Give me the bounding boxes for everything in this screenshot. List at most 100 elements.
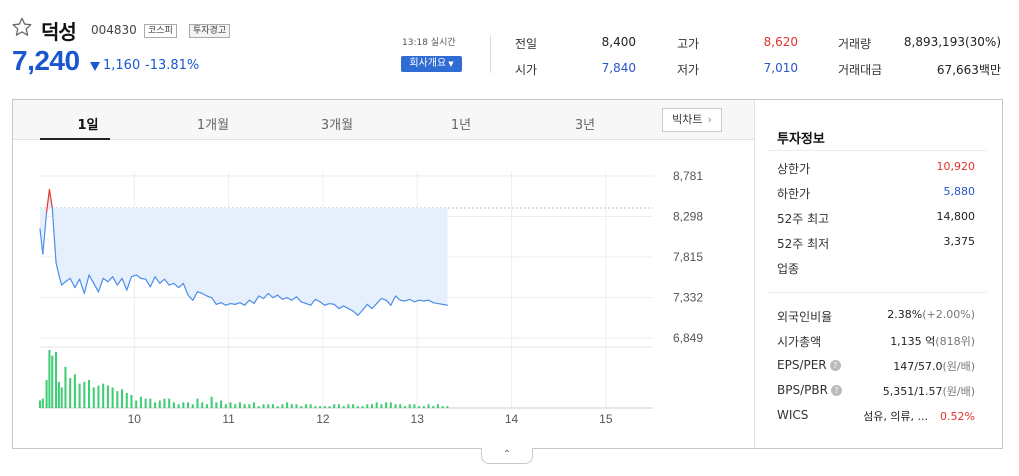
price-change: 1,160: [103, 58, 141, 73]
volume-bar: [130, 394, 133, 408]
volume-bar: [276, 406, 279, 408]
volume-bar: [191, 404, 194, 408]
price-area: [40, 189, 448, 316]
header-divider: [490, 35, 491, 73]
stock-name: 덕성: [41, 20, 77, 44]
info-label-upper-limit: 상한가: [777, 162, 811, 176]
x-tick-label: 11: [222, 412, 235, 426]
volume-bar: [257, 406, 260, 408]
volume-bar: [290, 404, 293, 408]
volume-bar: [267, 404, 270, 408]
volume-bar: [262, 404, 265, 408]
tab-1d[interactable]: 1일: [48, 114, 128, 133]
big-chart-label: 빅차트: [672, 113, 703, 126]
volume-bar: [45, 379, 48, 408]
quote-label-trade-value: 거래대금: [838, 63, 883, 77]
wics-sector-link[interactable]: 섬유, 의류, ...: [863, 410, 928, 423]
volume-bar: [427, 404, 430, 408]
info-value-foreign-ratio: 2.38%(+2.00%): [887, 308, 975, 321]
favorite-star-icon[interactable]: [11, 16, 33, 38]
volume-bar: [168, 398, 171, 408]
tab-3m[interactable]: 3개월: [297, 114, 377, 133]
price-line-segment: [432, 302, 439, 305]
tab-1y[interactable]: 1년: [421, 114, 501, 133]
period-tabs: 1일 1개월 3개월 1년 3년: [13, 100, 754, 140]
volume-bar: [51, 355, 54, 408]
volume-bar: [78, 383, 81, 408]
price-line-segment: [229, 302, 236, 305]
x-tick-label: 15: [599, 412, 613, 426]
volume-bar: [182, 402, 185, 408]
help-icon[interactable]: ?: [829, 360, 841, 371]
volume-bar: [413, 404, 416, 408]
quote-value-open: 7,840: [601, 61, 636, 75]
dropdown-arrow-icon: ▼: [448, 60, 454, 68]
volume-bar: [125, 393, 128, 408]
wics-sector-change: 0.52%: [940, 410, 975, 423]
volume-bar: [441, 406, 444, 408]
y-tick-label: 6,849: [673, 331, 703, 345]
volume-bar: [394, 404, 397, 408]
volume-bar: [172, 402, 175, 408]
volume-bar: [238, 402, 241, 408]
volume-bar: [201, 402, 204, 408]
volume-bar: [220, 400, 223, 408]
volume-bar: [55, 351, 58, 408]
x-tick-label: 12: [316, 412, 330, 426]
volume-bar: [57, 381, 60, 408]
volume-bar: [83, 381, 86, 408]
volume-bar: [418, 406, 421, 408]
x-tick-label: 13: [411, 412, 425, 426]
quote-value-prev-close: 8,400: [601, 35, 636, 49]
y-tick-label: 8,298: [673, 210, 703, 224]
volume-bar: [234, 404, 237, 408]
volume-bar: [248, 404, 251, 408]
company-overview-button[interactable]: 회사개요 ▼: [401, 56, 462, 72]
volume-bar: [144, 398, 147, 408]
info-label-sector: 업종: [777, 262, 800, 276]
price-line-segment: [437, 302, 444, 305]
info-value-wics: 섬유, 의류, ... 0.52%: [863, 408, 975, 424]
current-price: 7,240: [12, 45, 80, 76]
volume-bar: [158, 400, 161, 408]
market-badge: 코스피: [144, 24, 177, 38]
info-divider-top: [767, 150, 987, 151]
eps-per-label: EPS/PER: [777, 358, 827, 372]
quote-value-volume: 8,893,193(30%): [903, 35, 1001, 49]
help-icon[interactable]: ?: [830, 385, 842, 396]
volume-bar: [389, 402, 392, 408]
collapse-button[interactable]: ⌃: [481, 448, 533, 464]
info-label-market-cap: 시가총액: [777, 335, 822, 349]
bps-pbr-value: 5,351/1.57: [882, 385, 943, 398]
volume-bar: [446, 406, 449, 408]
tab-1m[interactable]: 1개월: [173, 114, 253, 133]
volume-bar: [60, 387, 63, 408]
info-label-foreign-ratio: 외국인비율: [777, 310, 833, 324]
info-label-52w-low: 52주 최저: [777, 237, 830, 251]
volume-bar: [422, 406, 425, 408]
volume-bar: [408, 404, 411, 408]
volume-bar: [210, 396, 213, 408]
volume-bar: [41, 398, 44, 408]
volume-bar: [38, 400, 42, 408]
volume-bar: [328, 406, 331, 408]
volume-bar: [187, 402, 190, 408]
volume-bar: [106, 385, 109, 408]
volume-bar: [375, 402, 378, 408]
volume-bar: [196, 398, 199, 408]
info-value-bps-pbr: 5,351/1.57(원/배): [883, 383, 975, 399]
info-label-52w-high: 52주 최고: [777, 212, 830, 226]
volume-bar: [116, 391, 119, 408]
price-line-segment: [140, 277, 147, 280]
chevron-right-icon: ›: [707, 113, 712, 126]
quote-value-trade-value: 67,663백만: [936, 63, 1001, 77]
volume-bar: [436, 404, 439, 408]
foreign-ratio-change: (+2.00%): [922, 308, 975, 321]
info-value-upper-limit: 10,920: [936, 160, 976, 173]
tab-3y[interactable]: 3년: [545, 114, 625, 133]
volume-bar: [370, 404, 373, 408]
big-chart-button[interactable]: 빅차트 ›: [662, 108, 722, 132]
market-cap-rank: (818위): [935, 335, 975, 348]
investment-info-title: 투자정보: [777, 132, 825, 147]
volume-bar: [361, 406, 364, 408]
